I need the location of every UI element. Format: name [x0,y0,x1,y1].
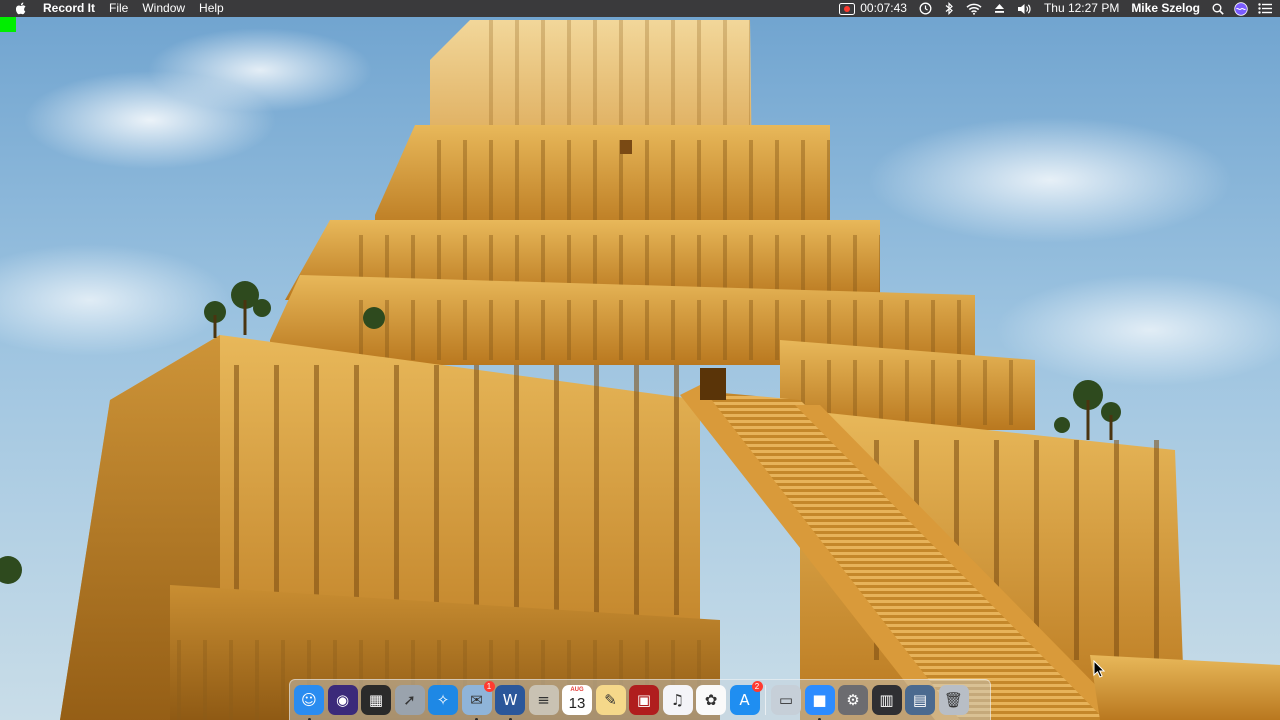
notes-glyph: ≡ [537,691,550,709]
word-icon[interactable]: W [495,685,525,720]
dock-separator [765,685,766,715]
utilities-folder-icon[interactable]: ▤ [905,685,935,715]
activity-monitor-icon[interactable]: ▥ [871,685,902,715]
menu-bar: Record It File Window Help 00:07:43 Thu … [0,0,1280,17]
image-capture-icon[interactable]: ▭ [771,685,801,715]
finder-glyph: ☺ [301,691,317,709]
activity-monitor-glyph: ▥ [879,691,894,709]
mission-control-glyph: ▦ [368,691,384,709]
launchpad-icon[interactable]: ➚ [394,685,425,715]
safari-icon[interactable]: ✧ [428,685,458,715]
app-store-glyph: A [739,691,750,709]
recording-indicator [0,17,16,32]
siri-icon[interactable]: ◉ [327,685,358,715]
menu-file[interactable]: File [109,0,128,17]
photos-icon[interactable]: ✿ [696,685,726,715]
system-preferences-glyph: ⚙ [846,691,860,709]
time-machine-icon[interactable] [919,2,932,15]
utilities-folder-glyph: ▤ [912,691,928,709]
siri-glyph: ◉ [335,691,350,709]
safari-glyph: ✧ [436,691,450,709]
wifi-icon[interactable] [966,3,982,15]
notification-badge: 2 [751,681,763,692]
record-icon[interactable] [839,2,856,15]
photos-glyph: ✿ [704,691,718,709]
preview-glyph: ✎ [604,691,617,709]
launchpad-glyph: ➚ [403,691,416,709]
mail-glyph: ✉ [470,691,483,709]
eject-icon[interactable] [994,3,1005,14]
volume-icon[interactable] [1017,3,1032,15]
notification-badge: 1 [483,681,495,692]
clock[interactable]: Thu 12:27 PM [1044,0,1119,17]
wallpaper-ziggurat-image [0,20,1280,720]
notes-icon[interactable]: ≡ [528,685,559,715]
image-capture-glyph: ▭ [778,691,794,709]
itunes-glyph: ♫ [670,691,685,709]
recording-timer[interactable]: 00:07:43 [860,0,907,17]
finder-icon[interactable]: ☺ [294,685,324,720]
menu-help[interactable]: Help [199,0,224,17]
siri-icon[interactable] [1234,1,1248,16]
menu-app-name[interactable]: Record It [43,0,95,17]
trash-glyph: 🗑 [943,691,964,709]
preview-icon[interactable]: ✎ [595,685,626,715]
notification-center-icon[interactable] [1258,3,1272,14]
bluetooth-icon[interactable] [944,2,954,15]
calendar-day-label: 13 [568,695,586,712]
zoom-glyph: ■ [812,691,827,709]
user-name[interactable]: Mike Szelog [1131,0,1200,17]
itunes-icon[interactable]: ♫ [662,685,693,715]
mouse-cursor-icon [1093,660,1105,678]
system-preferences-icon[interactable]: ⚙ [838,685,868,715]
search-icon[interactable] [1212,3,1224,15]
dock: ☺ ◉ ▦ ➚ ✧ ✉ 1 W ≡ AUG 13 ✎ ▣ ♫ ✿ A 2 ▭ ■ ⚙ ▥ ▤ 🗑 [289,679,991,720]
photo-booth-icon[interactable]: ▣ [629,685,659,715]
calendar-month-label: AUG [570,687,584,693]
calendar-icon[interactable]: AUG 13 [562,685,592,715]
mission-control-icon[interactable]: ▦ [361,685,391,715]
desktop-wallpaper [0,0,1280,720]
app-store-icon[interactable]: A2 [729,681,763,715]
photo-booth-glyph: ▣ [636,691,652,709]
apple-menu-icon[interactable] [14,1,28,16]
word-glyph: W [502,691,518,709]
mail-icon[interactable]: ✉ 1 [461,681,495,720]
menu-window[interactable]: Window [142,0,185,17]
zoom-icon[interactable]: ■ [804,685,835,720]
trash-icon[interactable]: 🗑 [938,685,969,715]
